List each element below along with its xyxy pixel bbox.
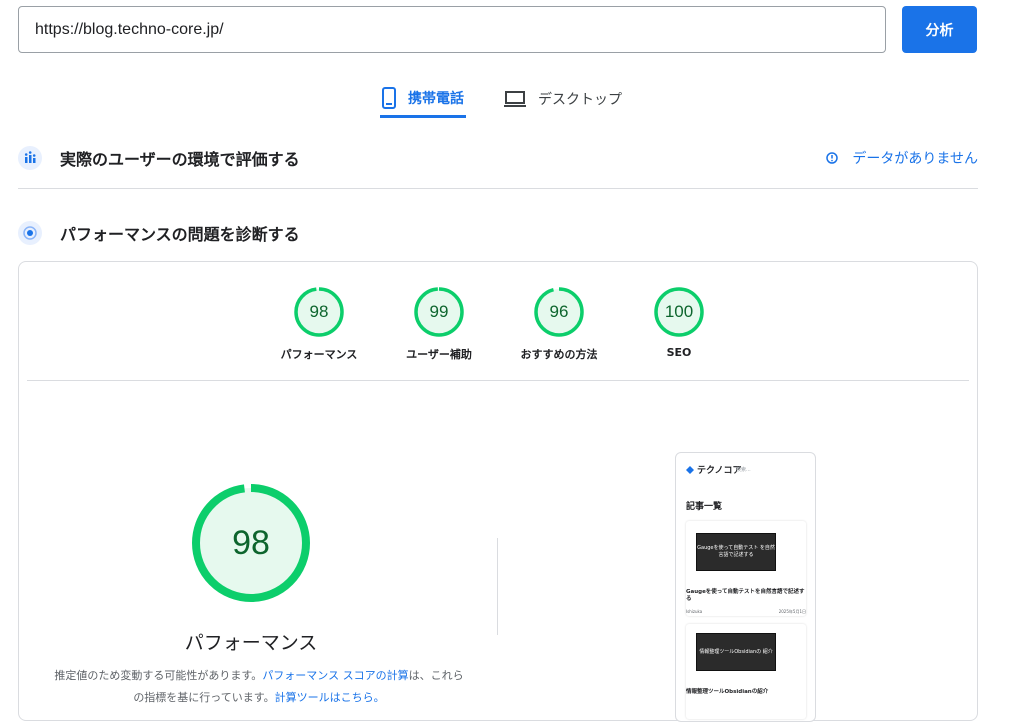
gauge-label: SEO — [666, 346, 692, 359]
analyze-button[interactable]: 分析 — [902, 6, 977, 53]
vertical-divider — [497, 538, 498, 635]
tab-desktop-label: デスクトップ — [538, 92, 622, 108]
lab-data-title: パフォーマンスの問題を診断する — [60, 225, 300, 244]
lab-icon — [18, 221, 42, 245]
preview-header: テクノコア — [686, 463, 741, 476]
preview-post-thumb: Gaugeを使って自動テスト を自然言語で記述する — [696, 533, 776, 571]
main-score-label: パフォーマンス — [184, 632, 318, 654]
site-logo-icon — [686, 465, 694, 474]
url-bar: https://blog.techno-core.jp/ 分析 — [18, 6, 978, 54]
gauge-score: 100 — [664, 302, 694, 321]
gauge-score: 99 — [429, 302, 449, 321]
report-card: 98 パフォーマンス 99 ユーザー補助 96 おすすめの方法 100 SEO … — [18, 261, 978, 722]
laptop-icon — [504, 91, 526, 107]
users-icon — [18, 146, 42, 170]
description-text: 推定値のため変動する可能性があります。 — [54, 669, 263, 682]
url-input[interactable]: https://blog.techno-core.jp/ — [18, 6, 886, 53]
gauge-label: おすすめの方法 — [520, 348, 598, 361]
preview-post-date: 2025年5月1日 — [778, 609, 806, 614]
main-score-value: 98 — [232, 524, 270, 562]
score-gauges: 98 パフォーマンス 99 ユーザー補助 96 おすすめの方法 100 SEO — [19, 286, 977, 366]
gauge-best-practices[interactable]: 96 おすすめの方法 — [499, 286, 619, 362]
score-description: 推定値のため変動する可能性があります。パフォーマンス スコアの計算は、これらの指… — [49, 665, 469, 709]
field-data-section: 実際のユーザーの環境で評価する データがありません — [18, 138, 978, 178]
gauge-accessibility[interactable]: 99 ユーザー補助 — [379, 286, 499, 362]
gauge-score: 96 — [549, 302, 569, 321]
smartphone-icon — [382, 86, 396, 109]
gauge-seo[interactable]: 100 SEO — [619, 286, 739, 359]
page-screenshot-preview: テクノコア 検索... 記事一覧 Gaugeを使って自動テスト を自然言語で記述… — [675, 452, 816, 722]
preview-search: 検索... — [736, 467, 751, 473]
no-data-link[interactable]: データがありません — [826, 138, 978, 178]
preview-heading: 記事一覧 — [686, 502, 723, 512]
preview-post-title: 情報整理ツールObsidianの紹介 — [686, 689, 769, 695]
preview-post-title: Gaugeを使って自動テストを自然言語で記述する — [686, 589, 805, 602]
lab-data-section: パフォーマンスの問題を診断する — [18, 213, 978, 253]
calculator-link[interactable]: 計算ツールはこちら。 — [275, 691, 385, 704]
tab-mobile[interactable]: 携帯電話 — [380, 80, 466, 118]
gauge-score: 98 — [309, 302, 329, 321]
gauge-label: ユーザー補助 — [406, 348, 472, 361]
score-calc-link[interactable]: パフォーマンス スコアの計算 — [262, 669, 408, 682]
device-tabs: 携帯電話 デスクトップ — [380, 80, 660, 120]
tab-mobile-label: 携帯電話 — [408, 90, 464, 107]
info-icon — [826, 152, 839, 164]
preview-post-author: Ishizuka — [686, 609, 703, 614]
preview-post-thumb: 情報整理ツールObsidianの 紹介 — [696, 633, 776, 671]
tab-desktop[interactable]: デスクトップ — [502, 80, 624, 118]
card-divider — [27, 380, 969, 381]
preview-post-meta: Ishizuka 2025年5月1日 — [686, 609, 806, 615]
gauge-performance[interactable]: 98 パフォーマンス — [259, 286, 379, 362]
section-divider — [18, 188, 978, 189]
field-data-title: 実際のユーザーの環境で評価する — [60, 150, 300, 169]
no-data-label: データがありません — [852, 151, 978, 167]
gauge-label: パフォーマンス — [280, 348, 358, 361]
site-logo: テクノコア — [697, 466, 742, 476]
